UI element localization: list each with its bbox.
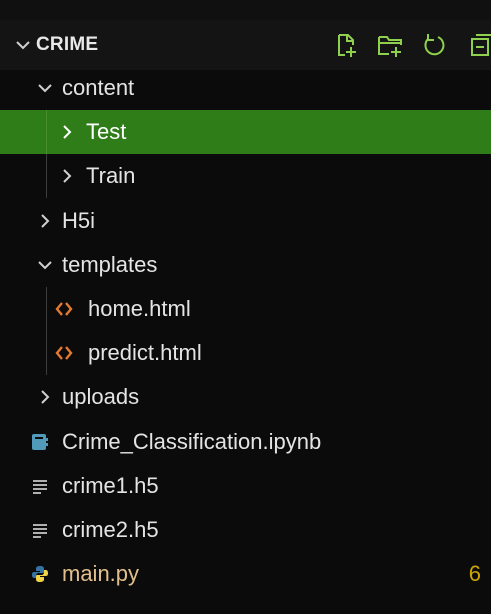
refresh-icon[interactable]: [420, 31, 448, 59]
indent-guide: [46, 110, 47, 154]
tree-item-label: templates: [62, 252, 158, 277]
tree-item-label: H5i: [62, 208, 96, 233]
python-icon: [32, 566, 48, 582]
tree-item-label: predict.html: [88, 340, 202, 365]
notebook-icon: [32, 434, 48, 450]
chevron-down-icon: [38, 84, 52, 93]
tree-item-crime2-h5[interactable]: crime2.h5: [0, 508, 491, 552]
chevron-down-icon: [38, 261, 52, 270]
collapse-all-icon[interactable]: [468, 31, 491, 59]
tree-item-label: Crime_Classification.ipynb: [62, 429, 322, 454]
tree-item-main-py[interactable]: main.py 6: [0, 552, 491, 596]
project-title[interactable]: CRIME: [36, 32, 98, 58]
tree-item-label: main.py: [62, 561, 140, 586]
explorer-panel: CRIME content Test Train H5i templates h…: [0, 0, 491, 614]
problems-count-badge: 6: [468, 561, 481, 586]
new-file-icon[interactable]: [332, 31, 360, 59]
tree-item-label: crime2.h5: [62, 517, 159, 542]
chevron-down-icon[interactable]: [14, 36, 32, 54]
tree-item-templates[interactable]: templates: [0, 243, 491, 287]
text-file-icon: [33, 524, 47, 538]
html-file-icon: [55, 346, 73, 360]
text-file-icon: [33, 480, 47, 494]
chevron-right-icon: [63, 169, 72, 183]
tree-item-notebook[interactable]: Crime_Classification.ipynb: [0, 420, 491, 464]
tree-item-predict-html[interactable]: predict.html: [0, 331, 491, 375]
tree-item-h5i[interactable]: H5i: [0, 199, 491, 243]
tree-item-label: uploads: [62, 384, 140, 409]
tree-item-home-html[interactable]: home.html: [0, 287, 491, 331]
tree-item-train[interactable]: Train: [0, 154, 491, 198]
chevron-right-icon: [41, 390, 50, 404]
html-file-icon: [55, 302, 73, 316]
tree-item-label: Train: [86, 163, 136, 188]
tree-item-content[interactable]: content: [0, 66, 491, 110]
tree-item-label: home.html: [88, 296, 191, 321]
chevron-right-icon: [63, 125, 72, 139]
new-folder-icon[interactable]: [376, 31, 404, 59]
explorer-header[interactable]: CRIME: [0, 20, 491, 70]
tree-item-label: content: [62, 75, 135, 100]
tree-item-crime1-h5[interactable]: crime1.h5: [0, 464, 491, 508]
chevron-right-icon: [41, 214, 50, 228]
tree-item-label: crime1.h5: [62, 473, 159, 498]
top-strip: [0, 0, 491, 20]
tree-item-test[interactable]: Test: [0, 110, 491, 154]
tree-item-uploads[interactable]: uploads: [0, 375, 491, 419]
tree-item-label: Test: [86, 119, 127, 144]
